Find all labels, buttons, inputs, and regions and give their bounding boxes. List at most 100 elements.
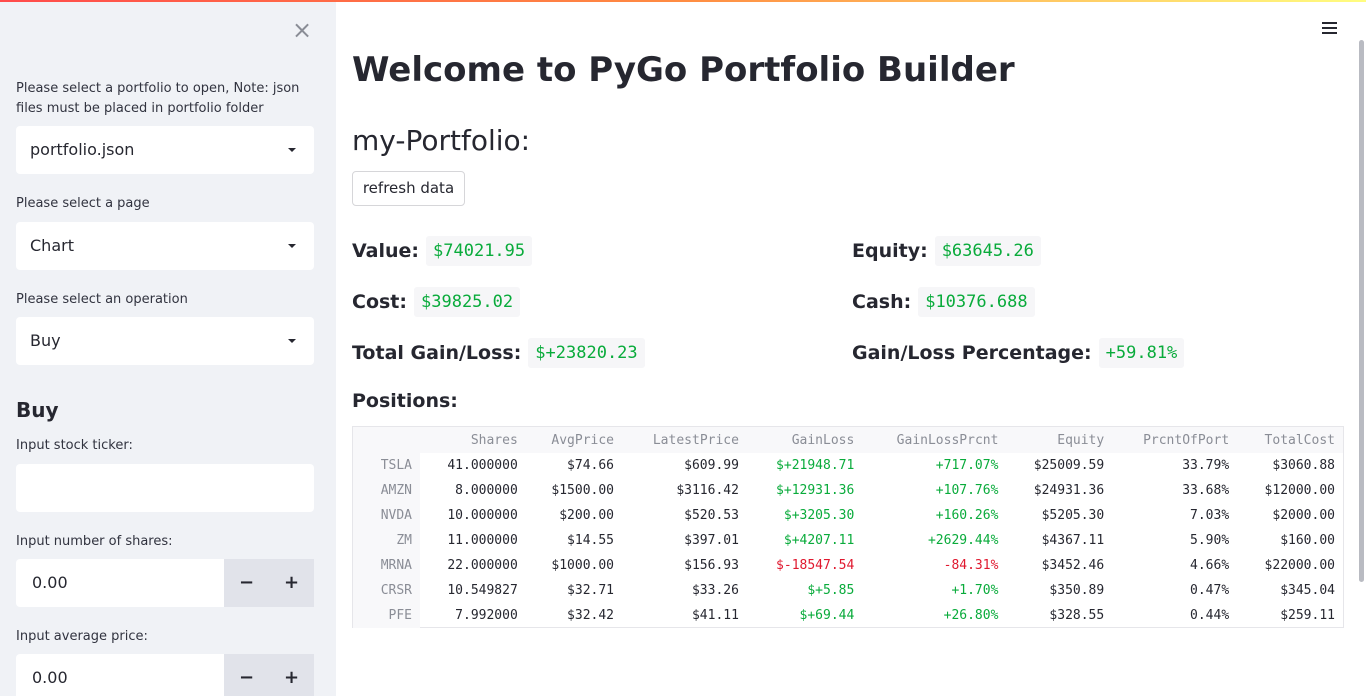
index-header: [353, 427, 420, 453]
column-header[interactable]: TotalCost: [1237, 427, 1343, 453]
avg-price-decrement-button[interactable]: −: [224, 654, 269, 696]
table-cell: $156.93: [684, 558, 739, 573]
table-cell: $12000.00: [1264, 483, 1335, 498]
table-cell: $397.01: [684, 533, 739, 548]
metric-cost-label: Cost:: [352, 291, 407, 313]
shares-input[interactable]: 0.00: [16, 559, 224, 607]
column-header[interactable]: Equity: [1006, 427, 1113, 453]
table-cell: $14.55: [567, 533, 615, 548]
page-title: Welcome to PyGo Portfolio Builder: [352, 50, 1015, 90]
portfolio-select-value: portfolio.json: [30, 140, 135, 159]
table-cell: 11.000000: [447, 533, 518, 548]
metric-value: Value: $74021.95: [352, 235, 533, 267]
metric-cost-amount: $39825.02: [414, 287, 521, 317]
table-cell: $41.11: [691, 608, 739, 623]
table-row: NVDA 10.000000 $200.00 $520.53 $+3205.30 +160…: [353, 503, 1343, 528]
metric-equity-amount: $63645.26: [934, 236, 1041, 266]
metric-gain-pct-amount: +59.81%: [1098, 338, 1185, 368]
close-sidebar-icon[interactable]: ×: [292, 18, 312, 42]
column-header[interactable]: LatestPrice: [622, 427, 747, 453]
table-cell: $3116.42: [676, 483, 739, 498]
table-cell: 33.79%: [1182, 458, 1230, 473]
operation-select[interactable]: Buy: [16, 317, 314, 365]
table-cell: $345.04: [1280, 583, 1335, 598]
table-cell: $2000.00: [1272, 508, 1335, 523]
operation-heading: Buy: [16, 398, 59, 422]
column-header[interactable]: GainLoss: [746, 427, 863, 453]
table-cell: $+12931.36: [776, 483, 855, 498]
hamburger-menu-icon[interactable]: [1322, 22, 1337, 38]
refresh-data-button[interactable]: refresh data: [352, 171, 465, 206]
table-cell: +26.80%: [943, 608, 999, 623]
portfolio-select[interactable]: portfolio.json: [16, 126, 314, 174]
table-cell: -84.31%: [943, 558, 999, 573]
metric-gain-pct-label: Gain/Loss Percentage:: [852, 342, 1092, 364]
table-cell: 33.68%: [1182, 483, 1230, 498]
page-select-label: Please select a page: [16, 196, 150, 211]
table-row: ZM 11.000000 $14.55 $397.01 $+4207.11 +2629.4…: [353, 528, 1343, 553]
table-cell: $22000.00: [1264, 558, 1335, 573]
table-cell: +107.76%: [935, 483, 999, 498]
table-row: MRNA 22.000000 $1000.00 $156.93 $-18547.54 -8…: [353, 553, 1343, 578]
table-row: AMZN 8.000000 $1500.00 $3116.42 $+12931.36 +1…: [353, 478, 1343, 503]
avg-price-increment-button[interactable]: +: [269, 654, 314, 696]
column-header[interactable]: Shares: [420, 427, 526, 453]
row-ticker: MRNA: [353, 553, 420, 578]
ticker-input[interactable]: [16, 464, 314, 512]
table-row: CRSR 10.549827 $32.71 $33.26 $+5.85 +1.70% $35…: [353, 578, 1343, 603]
metric-cash-amount: $10376.688: [918, 287, 1035, 317]
table-cell: $3452.46: [1041, 558, 1105, 573]
column-header[interactable]: PrcntOfPort: [1112, 427, 1238, 453]
table-cell: $+3205.30: [783, 508, 855, 523]
metric-cost: Cost: $39825.02: [352, 286, 521, 318]
table-row: PFE 7.992000 $32.42 $41.11 $+69.44 +26.80% $32…: [353, 603, 1343, 628]
chevron-down-icon: [288, 339, 296, 343]
table-cell: $259.11: [1280, 608, 1335, 623]
page-select[interactable]: Chart: [16, 222, 314, 270]
page-select-value: Chart: [30, 236, 74, 255]
row-ticker: TSLA: [353, 453, 420, 478]
table-cell: $520.53: [684, 508, 739, 523]
metric-gain-label: Total Gain/Loss:: [352, 342, 522, 364]
row-ticker: AMZN: [353, 478, 420, 503]
shares-decrement-button[interactable]: −: [224, 559, 269, 607]
table-cell: $25009.59: [1033, 458, 1105, 473]
ticker-input-label: Input stock ticker:: [16, 438, 133, 453]
row-ticker: ZM: [353, 528, 420, 553]
row-ticker: PFE: [353, 603, 420, 628]
table-cell: $3060.88: [1272, 458, 1335, 473]
table-cell: 4.66%: [1190, 558, 1230, 573]
table-cell: $24931.36: [1033, 483, 1105, 498]
column-header[interactable]: AvgPrice: [525, 427, 623, 453]
operation-select-value: Buy: [30, 331, 61, 350]
table-cell: $5205.30: [1041, 508, 1105, 523]
column-header[interactable]: GainLossPrcnt: [862, 427, 1007, 453]
shares-increment-button[interactable]: +: [269, 559, 314, 607]
positions-table: Shares AvgPrice LatestPrice GainLoss Gai…: [352, 426, 1344, 628]
table-cell: $1500.00: [551, 483, 615, 498]
shares-input-value: 0.00: [32, 573, 68, 592]
metric-total-gain-loss: Total Gain/Loss: $+23820.23: [352, 337, 645, 369]
table-cell: $+69.44: [799, 608, 855, 623]
table-cell: $+5.85: [807, 583, 855, 598]
avg-price-input-value: 0.00: [32, 668, 68, 687]
metric-equity: Equity: $63645.26: [852, 235, 1041, 267]
metric-gain-amount: $+23820.23: [528, 338, 645, 368]
avg-price-input[interactable]: 0.00: [16, 654, 224, 696]
portfolio-select-label: Please select a portfolio to open, Note:…: [16, 81, 300, 116]
table-cell: $74.66: [567, 458, 615, 473]
portfolio-name: my-Portfolio:: [352, 124, 531, 157]
metric-cash: Cash: $10376.688: [852, 286, 1035, 318]
sidebar: × Please select a portfolio to open, Not…: [0, 0, 336, 696]
table-cell: +2629.44%: [927, 533, 999, 548]
table-cell: 5.90%: [1190, 533, 1230, 548]
table-cell: 8.000000: [455, 483, 518, 498]
table-cell: $32.71: [567, 583, 615, 598]
table-cell: $4367.11: [1041, 533, 1105, 548]
table-cell: 10.000000: [447, 508, 518, 523]
metric-cash-label: Cash:: [852, 291, 912, 313]
table-header-row: Shares AvgPrice LatestPrice GainLoss Gai…: [353, 427, 1343, 453]
table-cell: $32.42: [567, 608, 615, 623]
avg-price-input-label: Input average price:: [16, 629, 148, 644]
main-scrollbar[interactable]: [1359, 40, 1364, 582]
